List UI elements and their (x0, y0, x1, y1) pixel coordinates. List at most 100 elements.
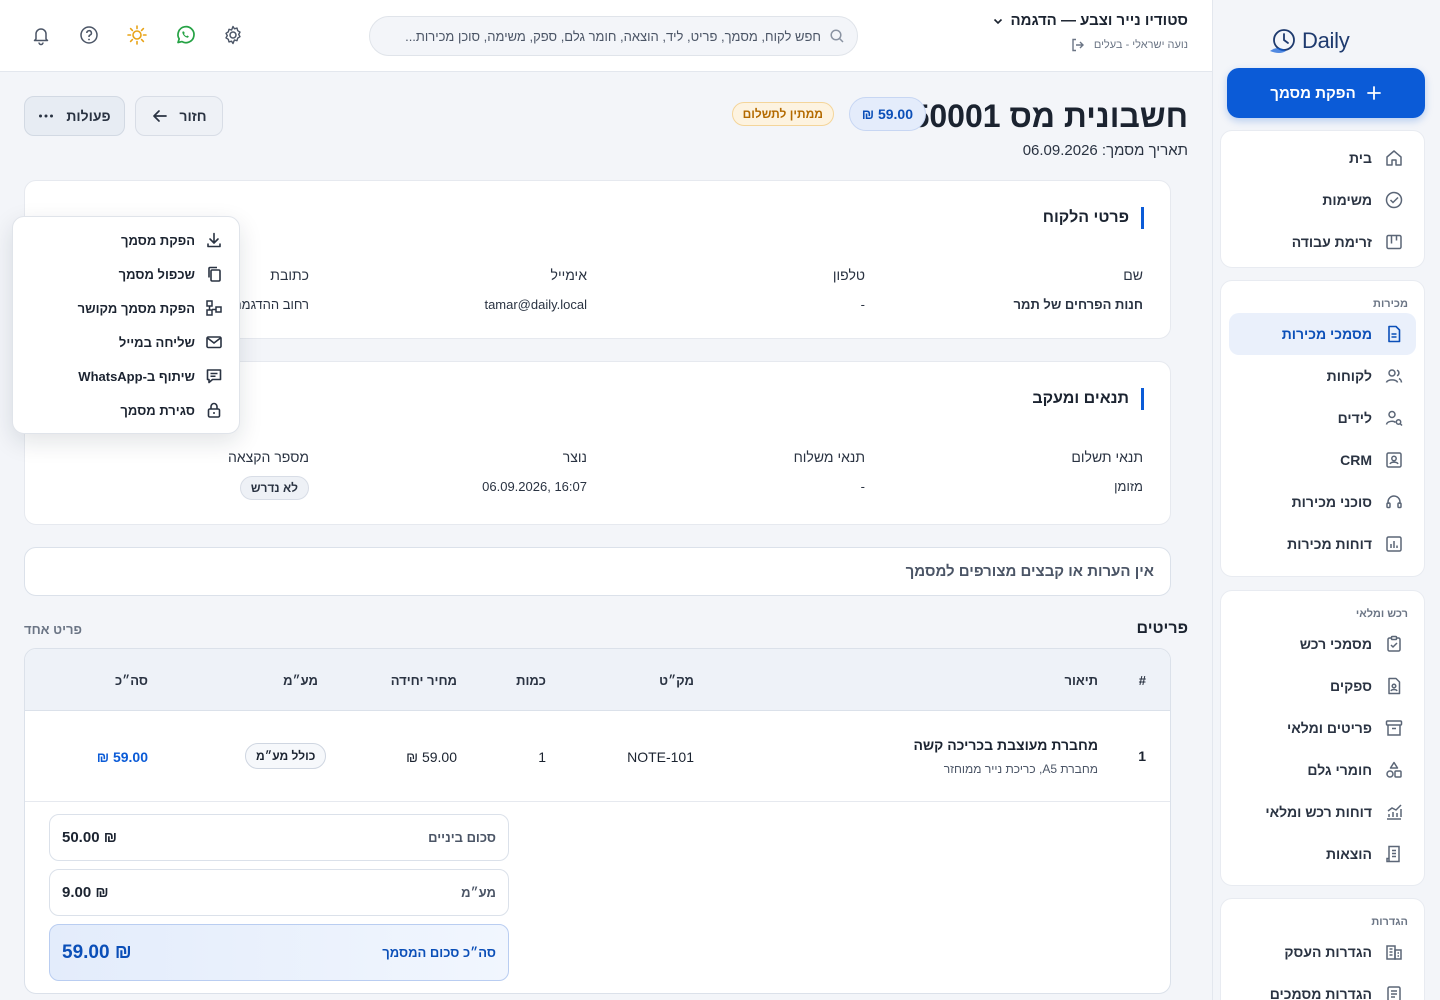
subtotal-label: סכום ביניים (428, 830, 496, 845)
sidebar-item-label: דוחות מכירות (1287, 536, 1372, 552)
contact-card-icon (1386, 452, 1402, 468)
menu-item-send-email[interactable]: שליחה במייל (13, 325, 239, 359)
sidebar-item-workflow[interactable]: זרימת עבודה (1229, 221, 1416, 263)
row-sku: NOTE-101 (627, 749, 694, 765)
sidebar-item-home[interactable]: בית (1229, 137, 1416, 179)
bell-icon[interactable] (30, 24, 52, 46)
line-chart-icon (1387, 804, 1402, 820)
customer-card-title: פרטי הלקוח (1043, 207, 1144, 229)
business-switcher[interactable]: סטודיו נייר וצבע — הדגמה נועה ישראלי - ב… (978, 12, 1188, 53)
customer-email[interactable]: tamar@daily.local (484, 297, 587, 312)
archive-icon (1385, 720, 1403, 736)
customer-email-label: אימייל (550, 267, 587, 283)
sidebar-item-expenses[interactable]: הוצאות (1229, 833, 1416, 875)
receipt-icon (1386, 845, 1400, 863)
grand-total-box: סה״כ סכום המסמך 59.00 ₪ (49, 924, 509, 981)
terms-card-title: תנאים ומעקב (1032, 388, 1144, 410)
menu-item-close-document[interactable]: סגירת מסמך (13, 393, 239, 427)
sidebar-item-stock-reports[interactable]: דוחות רכש ומלאי (1229, 791, 1416, 833)
sun-icon[interactable] (126, 24, 148, 46)
copy-icon (208, 266, 221, 282)
search-icon (830, 29, 844, 43)
vat-value: 9.00 ₪ (62, 884, 109, 901)
shipping-terms: - (860, 479, 865, 494)
whatsapp-icon[interactable] (174, 24, 196, 46)
plus-icon (1366, 86, 1381, 100)
sidebar-item-sales-documents[interactable]: מסמכי מכירות (1229, 313, 1416, 355)
customer-phone-label: טלפון (832, 267, 865, 283)
sidebar-item-customers[interactable]: לקוחות (1229, 355, 1416, 397)
sidebar: Daily הפקת מסמך בית משימות זרימת עבודה מ… (1212, 0, 1440, 1000)
subtotal-box: סכום ביניים 50.00 ₪ (49, 814, 509, 861)
supplier-icon (1388, 677, 1401, 695)
table-row[interactable]: 1 מחברת מעוצבת בכריכה קשה מחברת A5, כריכ… (25, 712, 1170, 802)
back-button[interactable]: חזור (135, 96, 223, 136)
nav-section-sales: מכירות (1373, 298, 1408, 310)
created-date: 16:07 ,06.09.2026 (482, 479, 587, 494)
building-icon (1386, 945, 1402, 960)
row-quantity: 1 (538, 749, 546, 765)
header-icons (30, 24, 244, 46)
kanban-icon (1386, 234, 1402, 250)
home-icon (1386, 150, 1402, 166)
help-icon[interactable] (78, 24, 100, 46)
customer-name-label: שם (1123, 267, 1143, 283)
sidebar-item-tasks[interactable]: משימות (1229, 179, 1416, 221)
allocation-label: מספר הקצאה (228, 449, 309, 465)
col-sku: מק״ט (659, 673, 694, 688)
grand-total-value: 59.00 ₪ (62, 941, 132, 963)
actions-button[interactable]: פעולות (24, 96, 125, 136)
new-document-label: הפקת מסמך (1270, 84, 1356, 102)
sidebar-item-document-settings[interactable]: הגדרות מסמכים (1229, 973, 1416, 1000)
users-icon (1385, 369, 1403, 383)
sidebar-item-label: פריטים ומלאי (1287, 720, 1372, 736)
gear-icon[interactable] (222, 24, 244, 46)
main-content: חשבונית מס 50001 59.00 ₪ ממתין לתשלום תא… (0, 72, 1212, 1000)
sidebar-item-leads[interactable]: לידים (1229, 397, 1416, 439)
menu-item-issue-document[interactable]: הפקת מסמך (13, 223, 239, 257)
download-icon (207, 232, 221, 248)
business-name-row[interactable]: סטודיו נייר וצבע — הדגמה (978, 12, 1188, 29)
payment-terms: מזומן (1114, 479, 1143, 494)
sidebar-item-label: לידים (1337, 410, 1372, 426)
col-num: # (1138, 673, 1146, 688)
menu-item-share-whatsapp[interactable]: שיתוף ב-WhatsApp (13, 359, 239, 393)
user-search-icon (1385, 410, 1403, 427)
customer-phone: - (860, 297, 865, 312)
actions-label: פעולות (66, 108, 111, 124)
col-unit-price: מחיר יחידה (390, 673, 457, 688)
global-search[interactable] (369, 16, 858, 56)
col-vat: מע״מ (283, 673, 318, 688)
search-input[interactable] (382, 28, 821, 44)
back-label: חזור (179, 108, 207, 124)
sidebar-item-sales-reports[interactable]: דוחות מכירות (1229, 523, 1416, 565)
nav-card-main: בית משימות זרימת עבודה (1220, 130, 1425, 268)
col-total: סה״כ (114, 673, 148, 688)
menu-item-label: שיתוף ב-WhatsApp (78, 368, 195, 384)
sidebar-item-crm[interactable]: CRM (1229, 439, 1416, 481)
sidebar-item-label: הוצאות (1325, 846, 1372, 862)
sidebar-item-business-settings[interactable]: הגדרות העסק (1229, 931, 1416, 973)
sidebar-item-label: לקוחות (1326, 368, 1372, 384)
menu-item-duplicate-document[interactable]: שכפול מסמך (13, 257, 239, 291)
sidebar-item-label: דוחות רכש ומלאי (1265, 804, 1372, 820)
sidebar-item-label: CRM (1340, 452, 1372, 468)
sidebar-item-inventory[interactable]: פריטים ומלאי (1229, 707, 1416, 749)
sidebar-item-sales-agents[interactable]: סוכני מכירות (1229, 481, 1416, 523)
new-document-button[interactable]: הפקת מסמך (1227, 68, 1425, 118)
sidebar-item-raw-materials[interactable]: חומרי גלם (1229, 749, 1416, 791)
sidebar-item-purchase-documents[interactable]: מסמכי רכש (1229, 623, 1416, 665)
items-table: # תיאור מק״ט כמות מחיר יחידה מע״מ סה״כ 1… (24, 648, 1171, 994)
notes-empty-state: אין הערות או קבצים מצורפים למסמך (24, 547, 1171, 596)
row-sub-description: מחברת A5, כריכת נייר ממוחזר (943, 762, 1098, 776)
grand-total-label: סה״כ סכום המסמך (382, 945, 496, 960)
logout-icon[interactable] (1070, 37, 1086, 53)
arrow-left-icon (153, 110, 168, 122)
bar-chart-icon (1386, 536, 1402, 552)
menu-item-linked-document[interactable]: הפקת מסמך מקושר (13, 291, 239, 325)
chevron-down-icon (994, 18, 1003, 24)
logo[interactable]: Daily (1268, 24, 1380, 58)
sidebar-item-suppliers[interactable]: ספקים (1229, 665, 1416, 707)
sidebar-item-label: מסמכי רכש (1299, 636, 1372, 652)
nav-section-stock: רכש ומלאי (1355, 608, 1408, 620)
